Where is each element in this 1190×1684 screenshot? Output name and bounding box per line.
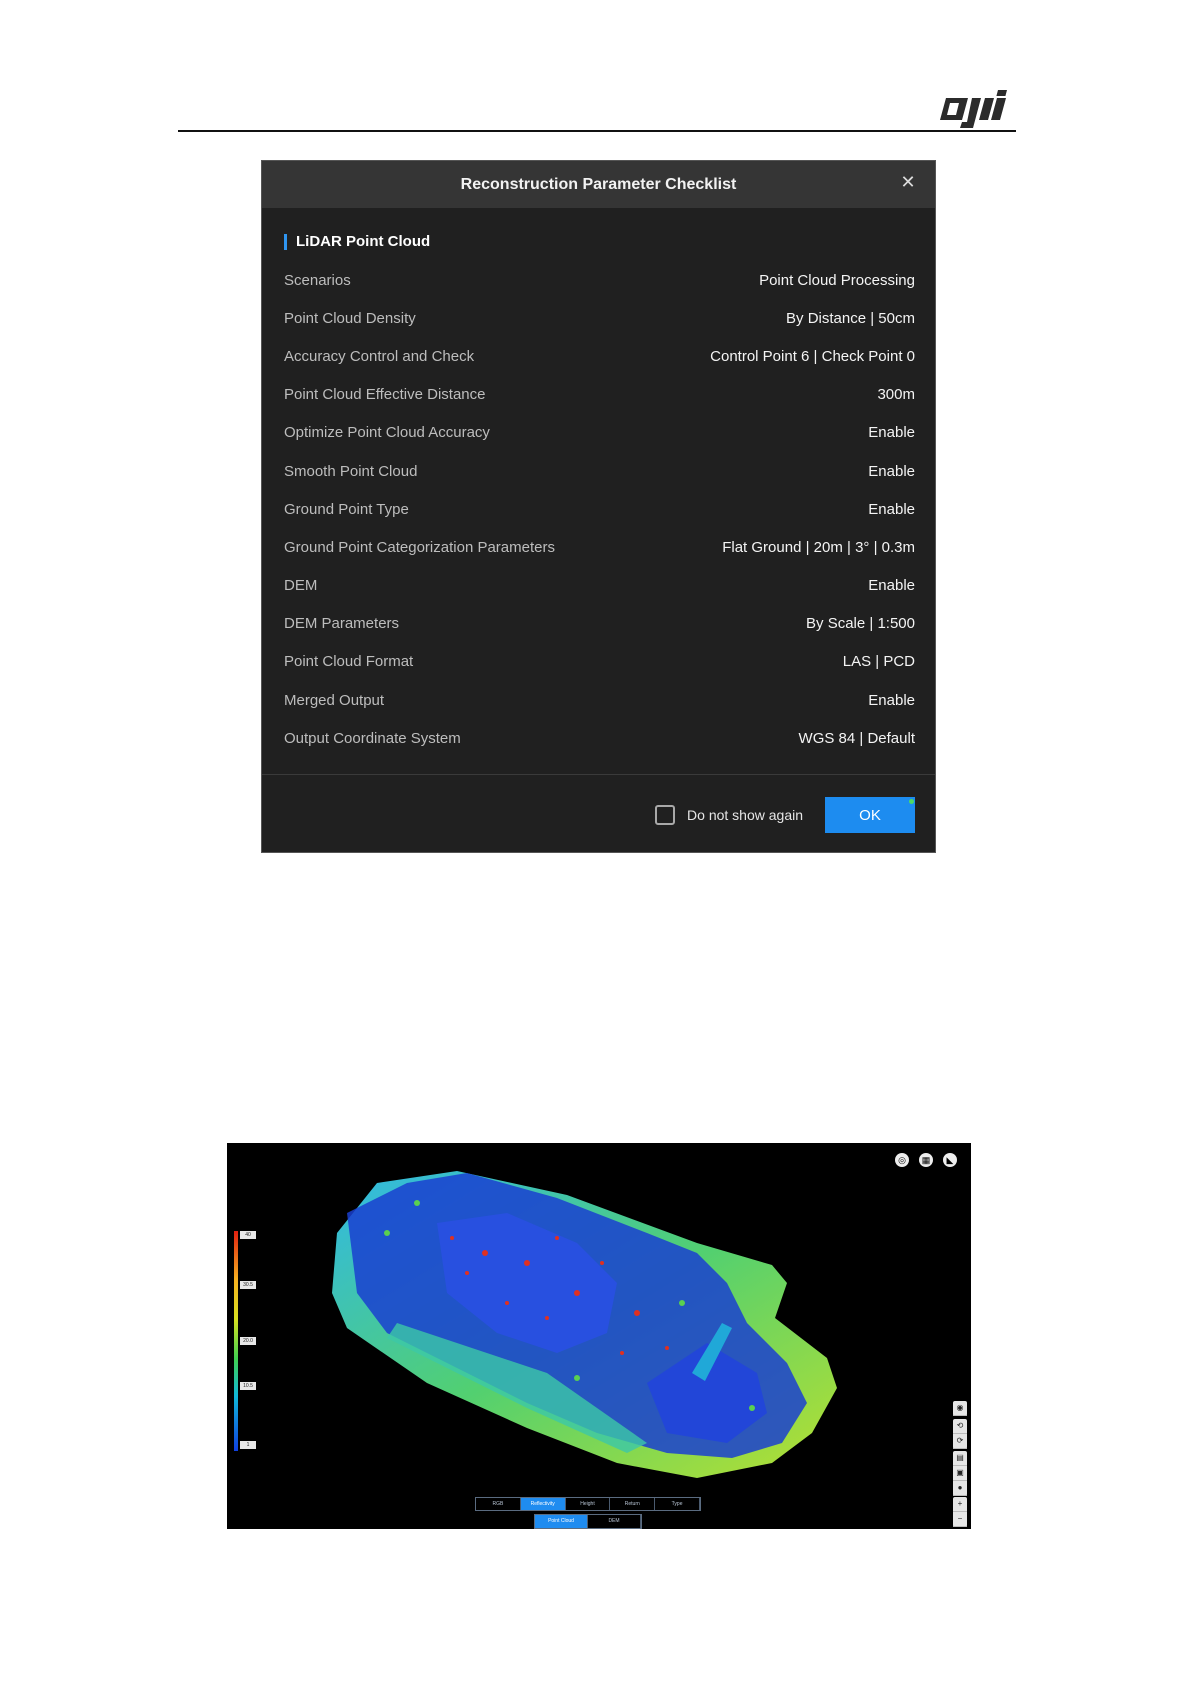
parameter-row: DEM Parameters By Scale | 1:500 xyxy=(284,605,915,643)
layer-tools: ▤ ▣ ● xyxy=(953,1451,967,1496)
parameter-value: Control Point 6 | Check Point 0 xyxy=(710,347,915,365)
parameter-row: Accuracy Control and Check Control Point … xyxy=(284,337,915,375)
zoom-out-icon[interactable]: − xyxy=(953,1512,967,1527)
measure-icon[interactable]: ◣ xyxy=(943,1153,957,1167)
parameter-list: Scenarios Point Cloud Processing Point Clo… xyxy=(284,261,915,757)
tab-dem[interactable]: DEM xyxy=(588,1515,641,1528)
color-mode-tabs: RGB Reflectivity Height Return Type xyxy=(475,1497,701,1511)
layers-icon[interactable]: ◎ xyxy=(895,1153,909,1167)
ok-button[interactable]: OK xyxy=(825,797,915,833)
parameter-label: Ground Point Categorization Parameters xyxy=(284,538,555,556)
parameter-checklist-dialog: Reconstruction Parameter Checklist ✕ LiD… xyxy=(262,161,935,852)
legend-tick: 30.5 xyxy=(240,1281,256,1289)
close-icon[interactable]: ✕ xyxy=(899,173,917,191)
grid-icon[interactable]: ▦ xyxy=(919,1153,933,1167)
tab-rgb[interactable]: RGB xyxy=(476,1498,521,1510)
do-not-show-label: Do not show again xyxy=(687,807,803,823)
parameter-label: Scenarios xyxy=(284,271,351,289)
parameter-row: Smooth Point Cloud Enable xyxy=(284,452,915,490)
parameter-label: Accuracy Control and Check xyxy=(284,347,475,365)
rotate-icon[interactable]: ⟳ xyxy=(953,1434,967,1449)
parameter-label: Optimize Point Cloud Accuracy xyxy=(284,424,490,442)
layer-icon[interactable]: ▤ xyxy=(953,1451,967,1466)
parameter-label: Point Cloud Effective Distance xyxy=(284,386,486,404)
parameter-label: Merged Output xyxy=(284,691,385,709)
orbit-icon[interactable]: ⟲ xyxy=(953,1419,967,1434)
parameter-value: LAS | PCD xyxy=(842,653,915,671)
tab-reflectivity[interactable]: Reflectivity xyxy=(520,1498,566,1510)
ok-button-label: OK xyxy=(859,806,881,824)
dialog-divider xyxy=(262,774,935,775)
tab-point-cloud[interactable]: Point Cloud xyxy=(535,1515,588,1528)
legend-tick: 1 xyxy=(240,1441,256,1449)
parameter-value: 300m xyxy=(877,386,915,404)
height-legend-bar xyxy=(234,1231,238,1451)
cube-icon[interactable]: ▣ xyxy=(953,1466,967,1481)
parameter-label: Smooth Point Cloud xyxy=(284,462,418,480)
orbit-tools: ⟲ ⟳ xyxy=(953,1419,967,1449)
section-header: LiDAR Point Cloud xyxy=(284,233,430,250)
parameter-value: Enable xyxy=(868,424,915,442)
legend-tick: 20.0 xyxy=(240,1337,256,1345)
parameter-row: Optimize Point Cloud Accuracy Enable xyxy=(284,414,915,452)
tab-type[interactable]: Type xyxy=(655,1498,700,1510)
parameter-row: Point Cloud Density By Distance | 50cm xyxy=(284,299,915,337)
sphere-icon[interactable]: ● xyxy=(953,1481,967,1496)
zoom-in-icon[interactable]: + xyxy=(953,1497,967,1512)
parameter-value: Enable xyxy=(868,500,915,518)
parameter-value: Enable xyxy=(868,462,915,480)
point-cloud-render xyxy=(332,1171,837,1478)
do-not-show-checkbox[interactable] xyxy=(655,805,676,825)
tab-return[interactable]: Return xyxy=(610,1498,656,1510)
parameter-value: WGS 84 | Default xyxy=(798,729,915,747)
parameter-row: Scenarios Point Cloud Processing xyxy=(284,261,915,299)
parameter-value: Point Cloud Processing xyxy=(759,271,915,289)
parameter-value: By Scale | 1:500 xyxy=(806,615,915,633)
section-accent-bar xyxy=(284,233,287,250)
point-cloud-viewer[interactable]: ◎ ▦ ◣ 40 30.5 20.0 10.5 1 ◉ ⟲ ⟳ ▤ ▣ ● + … xyxy=(227,1143,971,1529)
parameter-row: Merged Output Enable xyxy=(284,681,915,719)
parameter-label: Output Coordinate System xyxy=(284,729,461,747)
header-rule xyxy=(178,130,1016,132)
parameter-row: Ground Point Type Enable xyxy=(284,490,915,528)
parameter-row: DEM Enable xyxy=(284,567,915,605)
dialog-title: Reconstruction Parameter Checklist xyxy=(460,175,737,193)
tab-height[interactable]: Height xyxy=(566,1498,611,1510)
parameter-row: Ground Point Categorization Parameters Fl… xyxy=(284,528,915,566)
parameter-value: Enable xyxy=(868,691,915,709)
view-icon[interactable]: ◉ xyxy=(953,1401,967,1416)
parameter-row: Point Cloud Format LAS | PCD xyxy=(284,643,915,681)
view-tools: ◉ xyxy=(953,1401,967,1416)
dialog-footer: Do not show again OK xyxy=(655,797,915,833)
parameter-value: Enable xyxy=(868,577,915,595)
zoom-tools: + − xyxy=(953,1497,967,1527)
data-mode-tabs: Point Cloud DEM xyxy=(534,1514,642,1529)
dialog-title-bar: Reconstruction Parameter Checklist ✕ xyxy=(262,161,935,208)
parameter-label: Point Cloud Density xyxy=(284,309,416,327)
parameter-value: Flat Ground | 20m | 3° | 0.3m xyxy=(722,538,915,556)
legend-tick: 40 xyxy=(240,1231,256,1239)
legend-tick: 10.5 xyxy=(240,1382,256,1390)
parameter-label: Point Cloud Format xyxy=(284,653,414,671)
parameter-label: DEM Parameters xyxy=(284,615,400,633)
dji-logo xyxy=(940,90,1007,128)
parameter-label: DEM xyxy=(284,577,318,595)
parameter-row: Point Cloud Effective Distance 300m xyxy=(284,376,915,414)
parameter-label: Ground Point Type xyxy=(284,500,409,518)
section-title: LiDAR Point Cloud xyxy=(296,233,431,250)
parameter-value: By Distance | 50cm xyxy=(786,309,915,327)
status-dot xyxy=(909,799,914,804)
parameter-row: Output Coordinate System WGS 84 | Default xyxy=(284,719,915,757)
